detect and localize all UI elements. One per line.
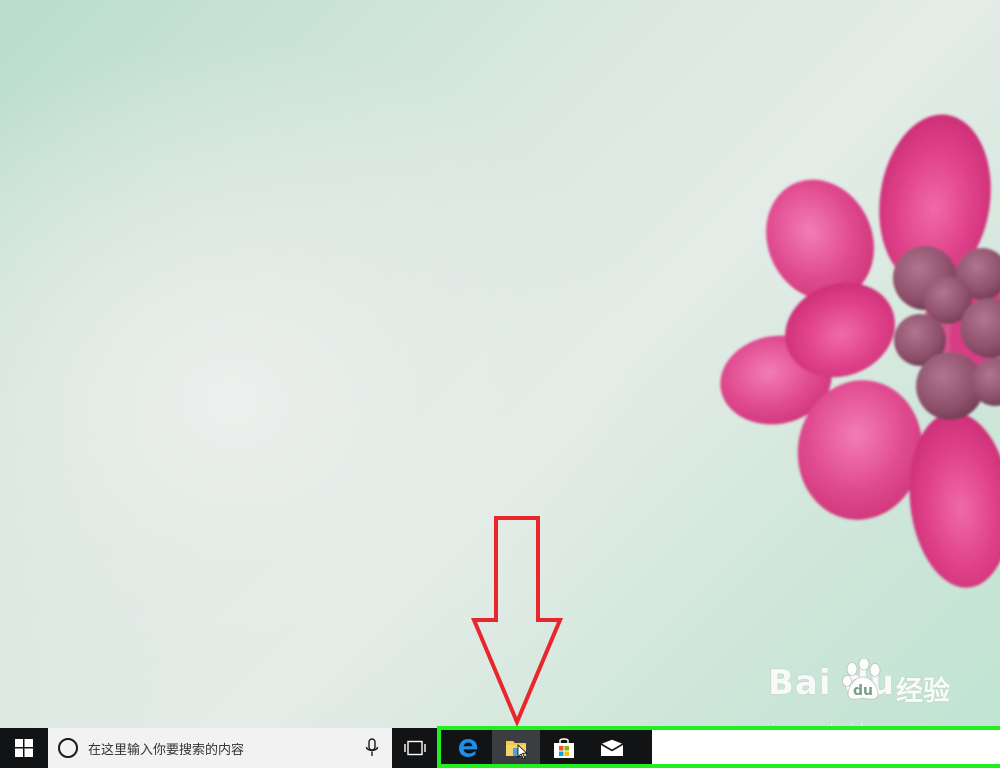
task-view-icon — [404, 740, 426, 756]
start-button[interactable] — [0, 728, 48, 768]
desktop-wallpaper: Bai du du 经验 jingyan.baidu.com — [0, 0, 1000, 768]
file-explorer-button[interactable] — [492, 728, 540, 768]
mail-icon — [600, 739, 624, 756]
store-button[interactable] — [540, 728, 588, 768]
edge-button[interactable] — [444, 728, 492, 768]
microphone-icon[interactable] — [364, 738, 380, 758]
store-icon — [554, 738, 574, 758]
cortana-icon[interactable] — [58, 738, 78, 758]
taskbar-search-box[interactable]: 在这里输入你要搜索的内容 — [48, 728, 392, 768]
search-placeholder: 在这里输入你要搜索的内容 — [88, 743, 245, 758]
mail-button[interactable] — [588, 728, 636, 768]
pinned-apps-group — [440, 728, 652, 768]
task-view-button[interactable] — [392, 728, 438, 768]
svg-text:du: du — [853, 683, 873, 699]
edge-icon — [459, 739, 478, 757]
baidu-paw-icon: du — [842, 659, 881, 700]
taskbar: 在这里输入你要搜索的内容 — [0, 728, 1000, 768]
file-explorer-icon — [506, 741, 528, 759]
flower-wallpaper-image — [720, 114, 1000, 588]
windows-logo-icon — [15, 739, 33, 757]
watermark-product: 经验 — [896, 676, 950, 707]
red-down-arrow-annotation — [470, 516, 564, 728]
